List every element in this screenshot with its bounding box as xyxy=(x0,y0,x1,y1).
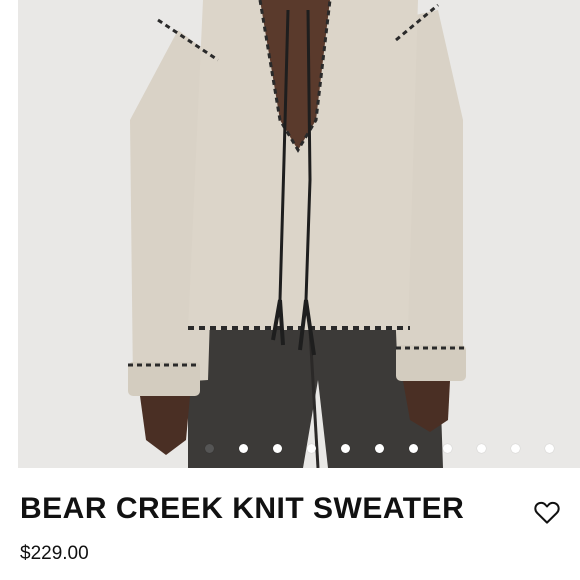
gallery-pagination xyxy=(0,444,580,456)
gallery-dot[interactable] xyxy=(511,444,520,453)
product-photo-illustration xyxy=(18,0,580,468)
gallery-dot[interactable] xyxy=(375,444,384,453)
gallery-dot[interactable] xyxy=(307,444,316,453)
favorite-heart-icon[interactable] xyxy=(532,497,562,527)
heart-outline-icon xyxy=(534,501,560,524)
gallery-dot[interactable] xyxy=(239,444,248,453)
gallery-dot[interactable] xyxy=(341,444,350,453)
product-price: $229.00 xyxy=(20,543,89,564)
product-image[interactable] xyxy=(18,0,580,468)
gallery-dot[interactable] xyxy=(545,444,554,453)
gallery-dot[interactable] xyxy=(205,444,214,453)
gallery-dot[interactable] xyxy=(409,444,418,453)
product-title: BEAR CREEK KNIT SWEATER xyxy=(20,492,465,525)
gallery-dot[interactable] xyxy=(477,444,486,453)
gallery-dot[interactable] xyxy=(273,444,282,453)
gallery-dot[interactable] xyxy=(443,444,452,453)
